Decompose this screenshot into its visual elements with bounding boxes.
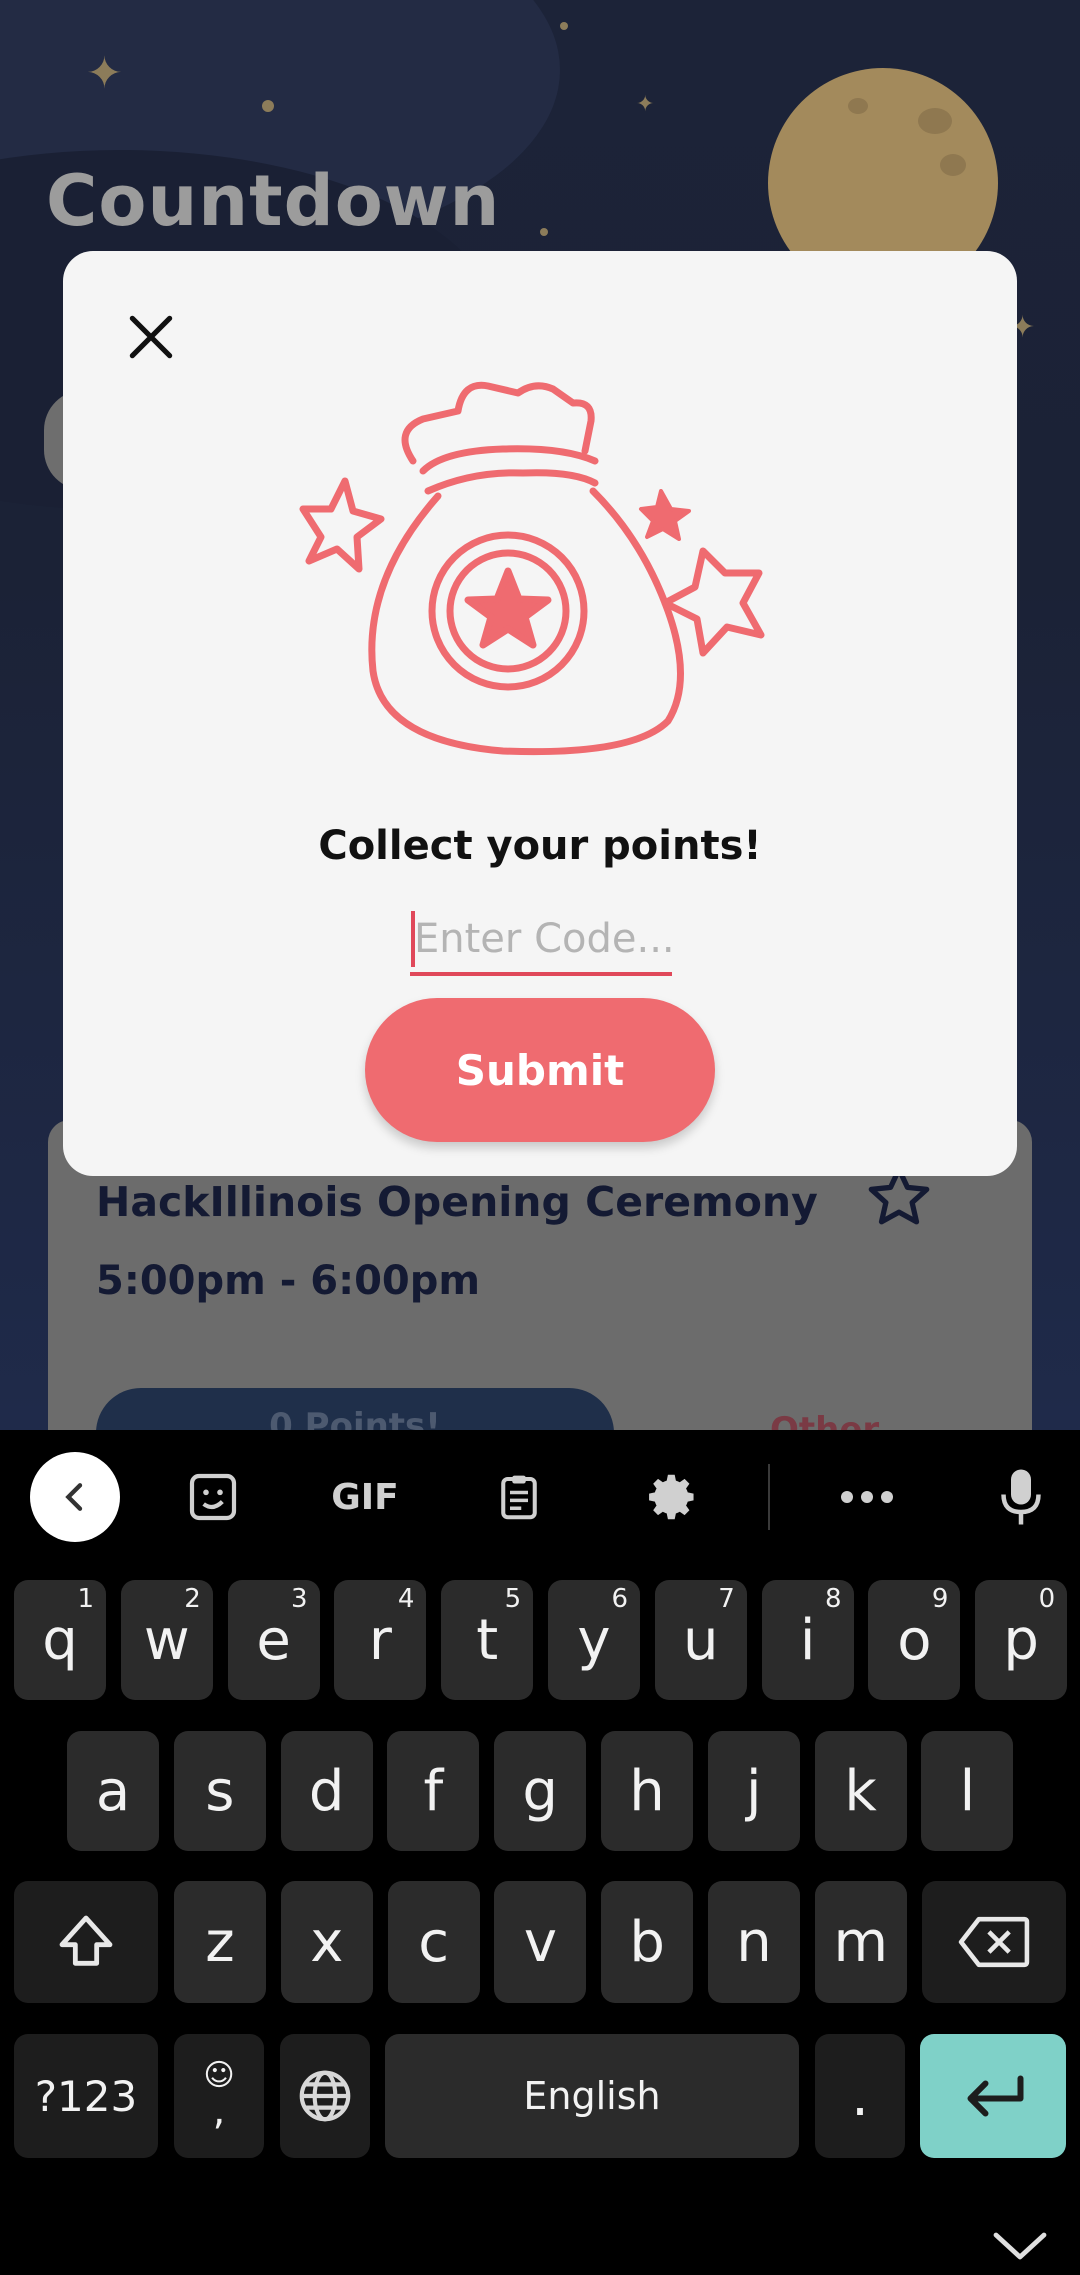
key-r[interactable]: r4: [334, 1580, 427, 1700]
gear-icon: [649, 1474, 694, 1520]
key-a[interactable]: a: [67, 1731, 159, 1851]
spacebar[interactable]: English: [385, 2034, 799, 2158]
key-b[interactable]: b: [601, 1881, 694, 2003]
key-d[interactable]: d: [280, 1731, 373, 1851]
period-key[interactable]: .: [815, 2034, 905, 2158]
code-input[interactable]: [410, 906, 672, 976]
key-s[interactable]: s: [173, 1731, 266, 1851]
comma-label: ,: [212, 2088, 226, 2134]
sticker-button[interactable]: [168, 1452, 258, 1542]
key-j[interactable]: j: [707, 1731, 800, 1851]
chevron-left-icon: [65, 1483, 83, 1511]
globe-icon: [299, 2070, 351, 2122]
key-n[interactable]: n: [708, 1881, 800, 2003]
key-label: y: [577, 1607, 611, 1673]
key-f[interactable]: f: [387, 1731, 480, 1851]
key-t[interactable]: t5: [441, 1580, 534, 1700]
star-dot: [540, 228, 548, 236]
clipboard-icon: [501, 1475, 537, 1520]
more-options-button[interactable]: [822, 1452, 912, 1542]
key-label: t: [476, 1607, 499, 1673]
key-hint: 6: [611, 1584, 628, 1614]
key-hint: 7: [718, 1584, 735, 1614]
key-g[interactable]: g: [494, 1731, 587, 1851]
settings-button[interactable]: [628, 1452, 718, 1542]
points-button[interactable]: 0 Points!: [96, 1388, 614, 1430]
key-hint: 5: [504, 1584, 522, 1614]
key-k[interactable]: k: [814, 1731, 907, 1851]
money-bag-icon: [299, 381, 765, 756]
dialog-heading: Collect your points!: [318, 823, 762, 869]
key-label: r: [368, 1607, 392, 1673]
star-dot: [262, 100, 274, 112]
keyboard-hide-icon[interactable]: [990, 2225, 1050, 2265]
backspace-icon: [958, 1916, 1030, 1968]
gif-button[interactable]: GIF: [320, 1452, 410, 1542]
event-time: 5:00pm - 6:00pm: [96, 1258, 481, 1304]
key-m[interactable]: m: [814, 1881, 907, 2003]
shift-key[interactable]: [14, 1881, 158, 2003]
backspace-key[interactable]: [922, 1881, 1066, 2003]
key-hint: 8: [825, 1584, 842, 1614]
emoji-comma-key[interactable]: ☺ ,: [174, 2034, 264, 2158]
key-z[interactable]: z: [174, 1881, 266, 2003]
key-w[interactable]: w2: [120, 1580, 213, 1700]
key-hint: 3: [291, 1584, 308, 1614]
key-v[interactable]: v: [494, 1881, 587, 2003]
key-label: w: [143, 1607, 190, 1673]
event-category: Other: [770, 1410, 880, 1430]
key-label: p: [1003, 1607, 1039, 1673]
clipboard-button[interactable]: [474, 1452, 564, 1542]
key-label: q: [42, 1607, 78, 1673]
key-q[interactable]: q1: [14, 1580, 106, 1700]
symbols-key[interactable]: ?123: [14, 2034, 158, 2158]
sticker-icon: [189, 1473, 237, 1521]
key-c[interactable]: c: [387, 1881, 480, 2003]
key-label: e: [256, 1607, 291, 1673]
key-i[interactable]: i8: [761, 1580, 854, 1700]
key-l[interactable]: l: [921, 1731, 1014, 1851]
more-icon: [841, 1491, 893, 1503]
key-label: o: [897, 1607, 932, 1673]
key-hint: 9: [931, 1584, 949, 1614]
text-caret: [411, 911, 415, 967]
enter-key[interactable]: [920, 2034, 1066, 2158]
key-h[interactable]: h: [601, 1731, 693, 1851]
shift-icon: [59, 1915, 113, 1966]
page-title: Countdown: [46, 160, 501, 242]
key-o[interactable]: o9: [868, 1580, 961, 1700]
event-title: HackIllinois Opening Ceremony: [96, 1178, 818, 1226]
sparkle-icon: ✦: [86, 48, 123, 99]
key-u[interactable]: u7: [654, 1580, 747, 1700]
sparkle-icon: ✦: [636, 92, 655, 117]
emoji-icon: ☺: [203, 2058, 235, 2093]
key-hint: 2: [184, 1584, 201, 1614]
key-e[interactable]: e3: [227, 1580, 320, 1700]
key-label: u: [683, 1607, 719, 1673]
key-p[interactable]: p0: [975, 1580, 1068, 1700]
mic-icon: [1001, 1469, 1041, 1525]
keyboard-back-button[interactable]: [30, 1452, 120, 1542]
collect-points-dialog: Collect your points! Submit: [63, 251, 1017, 1176]
close-icon[interactable]: [123, 309, 179, 365]
language-key[interactable]: [280, 2034, 370, 2158]
toolbar-divider: [768, 1464, 770, 1530]
submit-button[interactable]: Submit: [365, 998, 715, 1142]
key-label: i: [799, 1607, 816, 1673]
key-hint: 0: [1038, 1584, 1056, 1614]
key-hint: 1: [77, 1584, 94, 1614]
key-y[interactable]: y6: [548, 1580, 640, 1700]
key-x[interactable]: x: [280, 1881, 373, 2003]
voice-input-button[interactable]: [976, 1452, 1066, 1542]
star-dot: [560, 22, 568, 30]
key-hint: 4: [397, 1584, 415, 1614]
enter-icon: [967, 2075, 1024, 2117]
